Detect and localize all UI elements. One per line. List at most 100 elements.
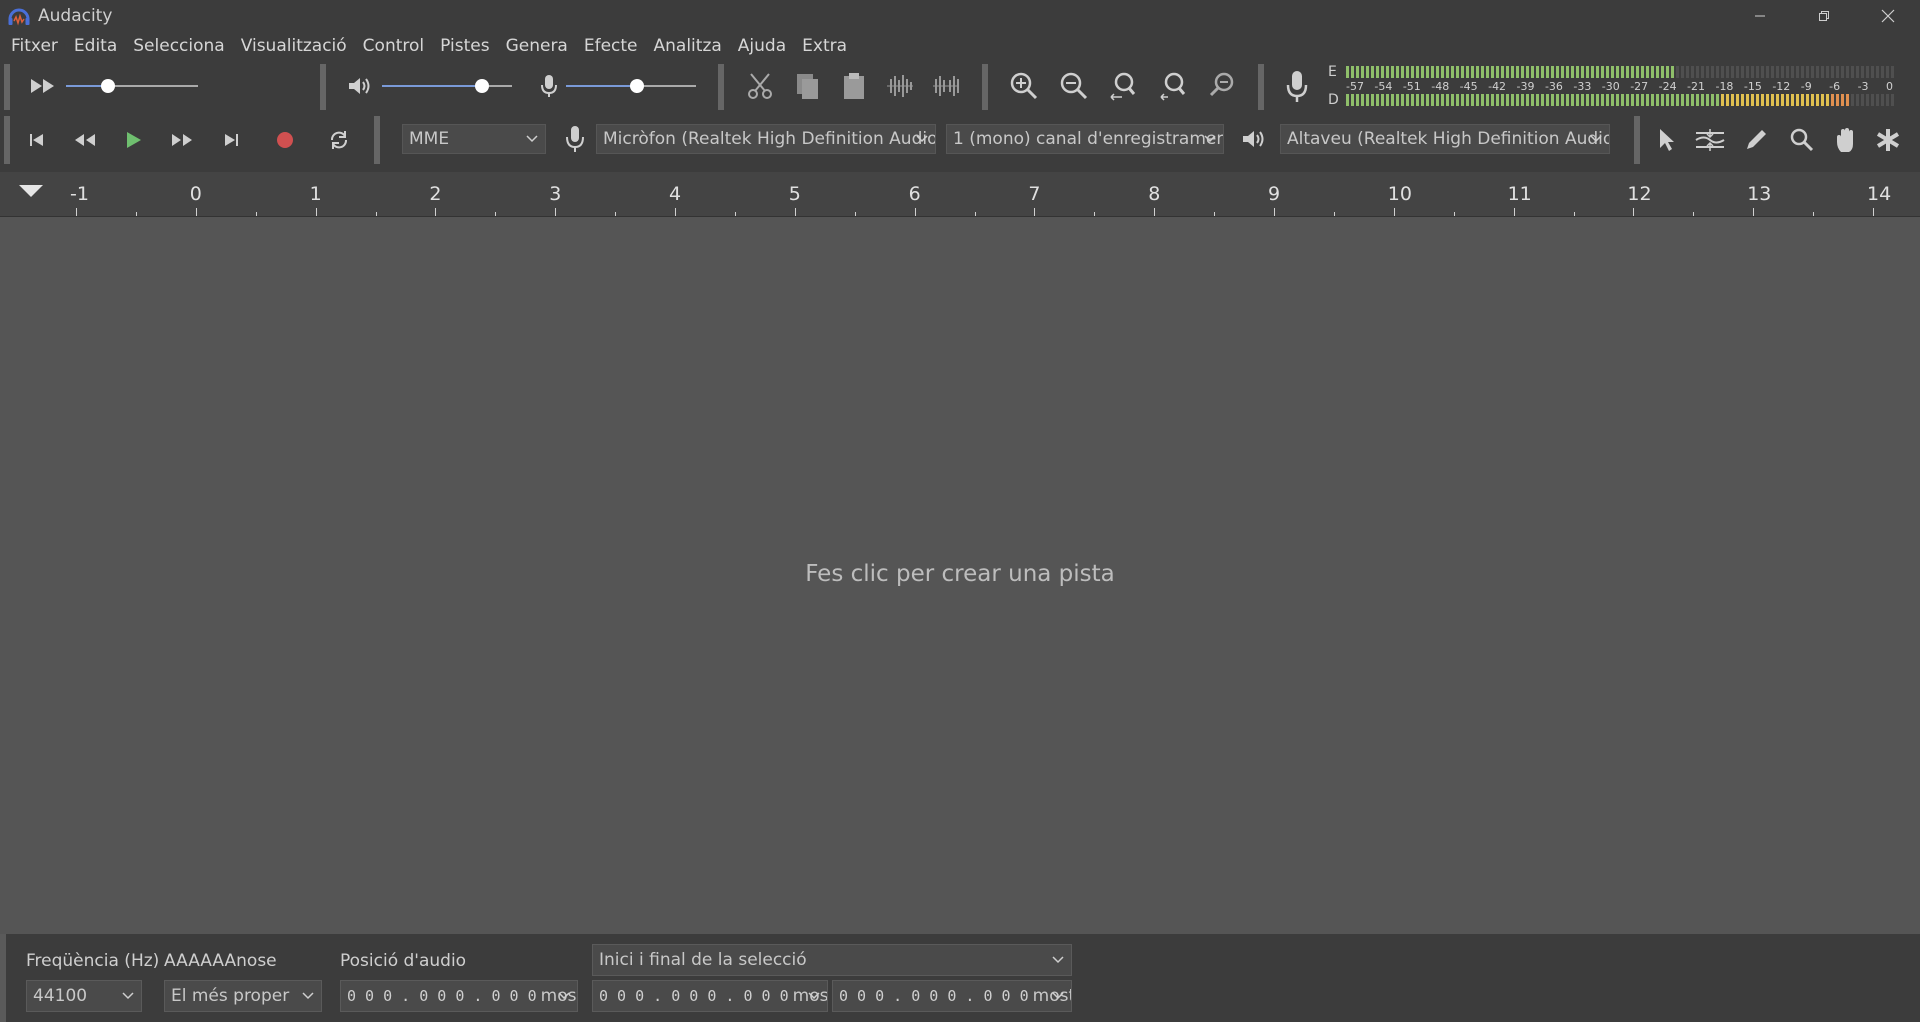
loop-icon xyxy=(331,131,347,149)
menu-tracks[interactable]: Pistes xyxy=(432,33,497,59)
selection-start-field[interactable]: 0 0 0 . 0 0 0 . 0 0 0 mostres xyxy=(592,980,828,1012)
timeline-ruler[interactable]: -1 0 1 2 3 4 5 6 7 8 9 10 11 12 13 14 xyxy=(0,172,1920,216)
time-shift-tool-button[interactable] xyxy=(1830,124,1862,156)
rewind-button[interactable] xyxy=(68,126,102,154)
close-icon xyxy=(1881,9,1895,23)
minimize-button[interactable] xyxy=(1728,0,1792,32)
timeline-options-triangle-icon[interactable] xyxy=(18,184,44,198)
envelope-tool-button[interactable] xyxy=(1692,124,1728,156)
menu-generate[interactable]: Genera xyxy=(498,33,576,59)
menu-transport[interactable]: Control xyxy=(355,33,432,59)
meter-scale-label: -3 xyxy=(1857,80,1869,93)
skip-to-start-button[interactable] xyxy=(22,126,52,154)
playback-device-select[interactable]: Altaveu (Realtek High Definition Audio) xyxy=(1280,124,1610,154)
ruler-major-tick xyxy=(315,208,317,216)
recording-channels-value: 1 (mono) canal d'enregistrament xyxy=(953,129,1224,149)
skip-to-end-icon xyxy=(225,134,238,146)
meter-scale-label: -18 xyxy=(1715,80,1734,93)
empty-project-message[interactable]: Fes clic per crear una pista xyxy=(0,561,1920,587)
fit-selection-button[interactable] xyxy=(1106,70,1142,102)
play-at-speed-button[interactable] xyxy=(28,74,58,98)
chevron-down-icon xyxy=(122,992,134,1000)
toolbar-grip[interactable] xyxy=(374,116,380,164)
paste-button[interactable] xyxy=(836,70,872,102)
meter-scale-label: -45 xyxy=(1459,80,1478,93)
ruler-major-tick xyxy=(1873,208,1874,216)
meter-left-bar[interactable] xyxy=(1346,66,1900,78)
playback-volume-slider[interactable] xyxy=(382,77,512,95)
fit-project-icon xyxy=(1160,72,1186,101)
draw-tool-button[interactable] xyxy=(1740,124,1772,156)
menu-effect[interactable]: Efecte xyxy=(576,33,646,59)
menu-extra[interactable]: Extra xyxy=(794,33,855,59)
loop-button[interactable] xyxy=(324,126,354,154)
recording-device-select[interactable]: Micròfon (Realtek High Definition Audio) xyxy=(596,124,936,154)
selection-start-digits: 0 0 0 . 0 0 0 . 0 0 0 xyxy=(599,987,789,1005)
toolbar-grip[interactable] xyxy=(1258,64,1264,110)
copy-button[interactable] xyxy=(790,70,826,102)
audio-position-field[interactable]: 0 0 0 . 0 0 0 . 0 0 0 mostres xyxy=(340,980,578,1012)
toolbar-grip[interactable] xyxy=(320,64,326,110)
record-button[interactable] xyxy=(270,126,300,154)
record-volume-slider[interactable] xyxy=(566,77,696,95)
speaker-icon xyxy=(1240,124,1270,154)
selection-mode-select[interactable]: Inici i final de la selecció xyxy=(592,944,1072,976)
ruler-major-tick xyxy=(1393,208,1395,216)
paste-icon xyxy=(844,73,864,99)
menu-view[interactable]: Visualització xyxy=(233,33,355,59)
meter-scale-label: -27 xyxy=(1630,80,1649,93)
track-panel[interactable]: Fes clic per crear una pista xyxy=(0,216,1920,934)
zoom-tool-button[interactable] xyxy=(1786,124,1818,156)
meter-scale-label: -33 xyxy=(1573,80,1592,93)
cursor-arrow-icon xyxy=(1660,129,1674,151)
microphone-icon xyxy=(536,72,562,100)
fast-forward-button[interactable] xyxy=(165,126,199,154)
snap-to-select[interactable]: El més proper xyxy=(164,980,322,1012)
audio-host-select[interactable]: MME xyxy=(402,124,546,154)
toolbar-grip[interactable] xyxy=(982,64,988,110)
toolbar-grip[interactable] xyxy=(4,116,10,164)
trim-audio-button[interactable] xyxy=(882,70,918,102)
project-rate-select[interactable]: 44100 xyxy=(26,980,142,1012)
zoom-toggle-button[interactable] xyxy=(1204,70,1240,102)
silence-audio-button[interactable] xyxy=(928,70,964,102)
meter-scale-label: -57 xyxy=(1346,80,1364,93)
toolbar-grip[interactable] xyxy=(718,64,724,110)
meter-right-bar[interactable] xyxy=(1346,94,1900,106)
hand-icon xyxy=(1837,128,1853,152)
ruler-tick-label: 3 xyxy=(549,183,562,205)
zoom-in-button[interactable] xyxy=(1006,70,1042,102)
audio-position-label: Posició d'audio xyxy=(340,951,467,971)
restore-icon xyxy=(1819,11,1829,21)
skip-to-end-button[interactable] xyxy=(216,126,246,154)
toolbar-grip[interactable] xyxy=(4,64,10,110)
fast-forward-icon xyxy=(172,134,192,146)
restore-button[interactable] xyxy=(1792,0,1856,32)
close-button[interactable] xyxy=(1856,0,1920,32)
ruler-tick-label: 2 xyxy=(429,183,442,205)
menu-analyze[interactable]: Analitza xyxy=(646,33,730,59)
recording-channels-select[interactable]: 1 (mono) canal d'enregistrament xyxy=(946,124,1224,154)
chevron-down-icon xyxy=(916,135,928,143)
fit-project-button[interactable] xyxy=(1156,70,1192,102)
play-button[interactable] xyxy=(118,126,148,154)
multi-tool-button[interactable] xyxy=(1872,124,1904,156)
record-meter-mic-button[interactable] xyxy=(1280,68,1314,106)
fast-forward-icon xyxy=(31,79,54,93)
ruler-major-tick xyxy=(1034,208,1036,216)
toolbar-grip[interactable] xyxy=(1634,116,1640,164)
playback-speed-slider[interactable] xyxy=(66,77,198,95)
menu-select[interactable]: Selecciona xyxy=(125,33,232,59)
meter-scale: -57 -54 -51 -48 -45 -42 -39 -36 -33 -30 -27 -24 -21-… xyxy=(1346,80,1900,94)
menu-edit[interactable]: Edita xyxy=(66,33,125,59)
menu-file[interactable]: Fitxer xyxy=(3,33,66,59)
ruler-tick-label: 6 xyxy=(908,183,921,205)
ruler-major-tick xyxy=(435,208,437,216)
zoom-out-button[interactable] xyxy=(1056,70,1092,102)
menu-help[interactable]: Ajuda xyxy=(730,33,794,59)
selection-end-field[interactable]: 0 0 0 . 0 0 0 . 0 0 0 mostres xyxy=(832,980,1072,1012)
selection-tool-button[interactable] xyxy=(1650,124,1682,156)
meter-scale-label: -54 xyxy=(1374,80,1393,93)
fit-selection-icon xyxy=(1110,72,1136,101)
cut-button[interactable] xyxy=(742,70,778,102)
